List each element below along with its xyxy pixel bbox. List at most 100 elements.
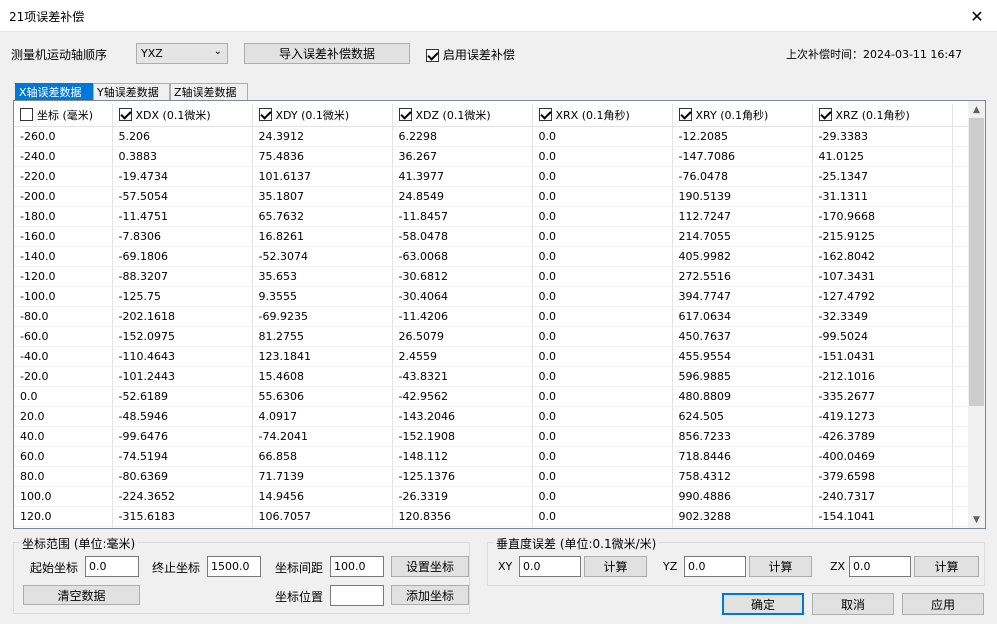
- table-cell[interactable]: -52.6189: [112, 386, 253, 407]
- table-cell[interactable]: -220.0: [14, 166, 113, 187]
- table-cell[interactable]: 0.0: [532, 506, 673, 527]
- table-cell[interactable]: 0.0: [532, 146, 673, 167]
- column-header[interactable]: XRX (0.1角秒): [532, 104, 673, 127]
- table-cell[interactable]: -25.1347: [812, 166, 953, 187]
- scroll-down-icon[interactable]: ▼: [968, 511, 985, 528]
- column-checkbox-icon[interactable]: [538, 108, 552, 122]
- column-header[interactable]: XDY (0.1微米): [252, 104, 393, 127]
- axis-order-select[interactable]: YXZ ⌄: [136, 43, 228, 64]
- table-cell[interactable]: 55.6306: [252, 386, 393, 407]
- yz-calc-button[interactable]: 计算: [749, 556, 812, 577]
- table-cell[interactable]: -69.1806: [112, 246, 253, 267]
- table-row[interactable]: 20.0 -48.5946 4.0917 -143.2046 0.0 624.505 -41…: [14, 406, 970, 427]
- table-cell[interactable]: 0.0: [14, 386, 113, 407]
- table-cell[interactable]: 123.1841: [252, 346, 393, 367]
- table-cell[interactable]: -140.0: [14, 246, 113, 267]
- column-header[interactable]: 坐标 (毫米): [14, 104, 113, 127]
- table-row[interactable]: -180.0 -11.4751 65.7632 -11.8457 0.0 112.7247…: [14, 206, 970, 227]
- table-cell[interactable]: -7.8306: [112, 226, 253, 247]
- table-cell[interactable]: -69.9235: [252, 306, 393, 327]
- table-cell[interactable]: -120.0: [14, 266, 113, 287]
- table-cell[interactable]: -52.3074: [252, 246, 393, 267]
- table-cell[interactable]: 36.267: [392, 146, 533, 167]
- xy-input[interactable]: [519, 556, 581, 577]
- table-cell[interactable]: 0.0: [532, 306, 673, 327]
- table-cell[interactable]: 4.0917: [252, 406, 393, 427]
- column-checkbox-icon[interactable]: [678, 108, 692, 122]
- table-cell[interactable]: 405.9982: [672, 246, 813, 267]
- table-cell[interactable]: -170.9668: [812, 206, 953, 227]
- table-cell[interactable]: 9.3555: [252, 286, 393, 307]
- table-cell[interactable]: 0.0: [532, 286, 673, 307]
- table-cell[interactable]: -419.3971: [112, 526, 253, 528]
- table-cell[interactable]: -147.7086: [672, 146, 813, 167]
- table-cell[interactable]: 1061.7341: [672, 526, 813, 528]
- table-cell[interactable]: -110.4643: [112, 346, 253, 367]
- tab-y-axis[interactable]: Y轴误差数据: [93, 83, 170, 100]
- table-cell[interactable]: -32.3349: [812, 306, 953, 327]
- table-row[interactable]: -200.0 -57.5054 35.1807 24.8549 0.0 190.5139-…: [14, 186, 970, 207]
- table-cell[interactable]: 80.0: [14, 466, 113, 487]
- table-cell[interactable]: 35.653: [252, 266, 393, 287]
- column-checkbox-icon[interactable]: [20, 108, 33, 122]
- table-cell[interactable]: 66.858: [252, 446, 393, 467]
- table-cell[interactable]: -80.0: [14, 306, 113, 327]
- table-cell[interactable]: -143.2046: [392, 406, 533, 427]
- table-cell[interactable]: 65.7632: [252, 206, 393, 227]
- tab-z-axis[interactable]: Z轴误差数据: [170, 83, 248, 100]
- table-cell[interactable]: 41.0125: [812, 146, 953, 167]
- table-cell[interactable]: -212.1016: [812, 366, 953, 387]
- table-cell[interactable]: -240.0: [14, 146, 113, 167]
- column-header[interactable]: XDZ (0.1微米): [392, 104, 533, 127]
- table-cell[interactable]: -60.0: [14, 326, 113, 347]
- table-cell[interactable]: 0.0: [532, 226, 673, 247]
- table-cell[interactable]: 5.206: [112, 126, 253, 147]
- table-cell[interactable]: -148.112: [392, 446, 533, 467]
- table-cell[interactable]: 450.7637: [672, 326, 813, 347]
- table-cell[interactable]: 6.2298: [392, 126, 533, 147]
- table-cell[interactable]: 20.0: [14, 406, 113, 427]
- table-row[interactable]: -100.0 -125.75 9.3555 -30.4064 0.0 394.7747 -1…: [14, 286, 970, 307]
- table-row[interactable]: -60.0 -152.0975 81.2755 26.5079 0.0 450.7637-…: [14, 326, 970, 347]
- table-cell[interactable]: 480.8809: [672, 386, 813, 407]
- table-cell[interactable]: -80.6369: [112, 466, 253, 487]
- table-cell[interactable]: 0.0: [532, 166, 673, 187]
- column-checkbox-icon[interactable]: [818, 108, 832, 122]
- table-cell[interactable]: -215.9125: [812, 226, 953, 247]
- table-cell[interactable]: -99.5024: [812, 326, 953, 347]
- table-cell[interactable]: 0.0: [532, 366, 673, 387]
- table-cell[interactable]: 0.0: [532, 406, 673, 427]
- table-cell[interactable]: 35.1807: [252, 186, 393, 207]
- cancel-button[interactable]: 取消: [812, 593, 894, 615]
- column-header[interactable]: XRZ (0.1角秒): [812, 104, 953, 127]
- table-row[interactable]: -20.0 -101.2443 15.4608 -43.8321 0.0 596.9885…: [14, 366, 970, 387]
- table-row[interactable]: -220.0 -19.4734 101.6137 41.3977 0.0 -76.0478…: [14, 166, 970, 187]
- error-data-grid[interactable]: 坐标 (毫米) XDX (0.1微米) XDY (0.1微米) XDZ (0.1微米)…: [13, 100, 986, 529]
- table-cell[interactable]: 856.7233: [672, 426, 813, 447]
- enable-compensation-checkbox[interactable]: 启用误差补偿: [426, 46, 515, 63]
- table-cell[interactable]: -58.0478: [392, 226, 533, 247]
- table-cell[interactable]: 60.0: [14, 446, 113, 467]
- table-cell[interactable]: 0.0: [532, 486, 673, 507]
- vertical-scrollbar[interactable]: ▲ ▼: [968, 101, 985, 528]
- column-checkbox-icon[interactable]: [398, 108, 412, 122]
- table-cell[interactable]: 0.0: [532, 326, 673, 347]
- table-cell[interactable]: -42.9562: [392, 386, 533, 407]
- table-cell[interactable]: -12.2085: [672, 126, 813, 147]
- table-cell[interactable]: 0.0: [532, 386, 673, 407]
- table-cell[interactable]: -151.0431: [812, 346, 953, 367]
- table-cell[interactable]: -240.7317: [812, 486, 953, 507]
- table-row[interactable]: 100.0 -224.3652 14.9456 -26.3319 0.0 990.4886…: [14, 486, 970, 507]
- table-cell[interactable]: -125.75: [112, 286, 253, 307]
- table-cell[interactable]: 140.0: [14, 526, 113, 528]
- table-cell[interactable]: 81.2755: [252, 326, 393, 347]
- table-cell[interactable]: -19.4734: [112, 166, 253, 187]
- table-cell[interactable]: -100.0: [14, 286, 113, 307]
- table-cell[interactable]: 0.0: [532, 466, 673, 487]
- table-row[interactable]: -160.0 -7.8306 16.8261 -58.0478 0.0 214.7055-…: [14, 226, 970, 247]
- table-cell[interactable]: -180.0: [14, 206, 113, 227]
- scrollbar-thumb[interactable]: [969, 118, 984, 406]
- table-cell[interactable]: -162.8042: [812, 246, 953, 267]
- table-cell[interactable]: 100.0: [14, 486, 113, 507]
- table-cell[interactable]: 120.0: [14, 506, 113, 527]
